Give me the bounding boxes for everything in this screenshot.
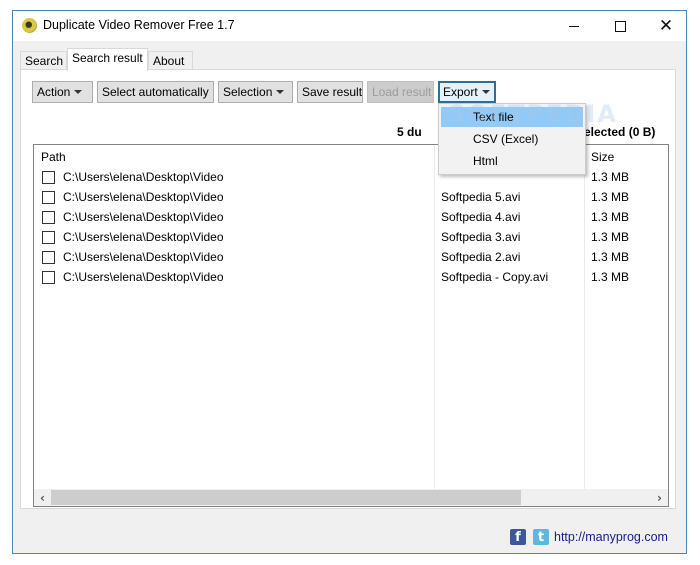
caret-down-icon	[74, 89, 83, 94]
column-header-size[interactable]: Size	[591, 150, 614, 164]
row-checkbox[interactable]	[42, 211, 55, 224]
caret-down-icon	[481, 89, 490, 94]
maximize-button[interactable]	[597, 11, 643, 41]
row-checkbox[interactable]	[42, 171, 55, 184]
row-path: C:\Users\elena\Desktop\Video	[63, 250, 224, 264]
row-size: 1.3 MB	[591, 270, 630, 284]
tab-search-result[interactable]: Search result	[67, 48, 148, 71]
action-button[interactable]: Action	[32, 81, 93, 103]
list-row[interactable]: C:\Users\elena\Desktop\Video Softpedia 5…	[34, 187, 654, 207]
duplicates-count-status: 5 du	[397, 125, 422, 139]
title-bar[interactable]: Duplicate Video Remover Free 1.7 ✕	[13, 11, 686, 41]
close-icon: ✕	[658, 15, 674, 36]
row-size: 1.3 MB	[591, 190, 630, 204]
close-button[interactable]: ✕	[643, 11, 689, 41]
tab-about[interactable]: About	[148, 51, 193, 70]
twitter-icon[interactable]: t	[533, 529, 549, 545]
scrollbar-thumb[interactable]	[51, 490, 521, 505]
menu-item-html[interactable]: Html	[441, 151, 583, 171]
app-disc-icon	[22, 18, 37, 33]
list-row[interactable]: C:\Users\elena\Desktop\Video Softpedia 3…	[34, 227, 654, 247]
minimize-button[interactable]	[551, 11, 597, 41]
export-button[interactable]: Export	[438, 81, 496, 103]
column-header-path[interactable]: Path	[41, 150, 66, 164]
row-filename: Softpedia - Copy.avi	[441, 270, 549, 284]
list-row[interactable]: C:\Users\elena\Desktop\Video Softpedia 4…	[34, 207, 654, 227]
caret-down-icon	[276, 89, 285, 94]
load-result-button[interactable]: Load result	[367, 81, 434, 103]
scroll-left-icon[interactable]: ‹	[34, 489, 51, 506]
website-link[interactable]: http://manyprog.com	[554, 530, 668, 544]
list-row[interactable]: C:\Users\elena\Desktop\Video Softpedia -…	[34, 267, 654, 287]
row-path: C:\Users\elena\Desktop\Video	[63, 190, 224, 204]
maximize-icon	[614, 20, 626, 32]
row-size: 1.3 MB	[591, 250, 630, 264]
row-checkbox[interactable]	[42, 191, 55, 204]
save-result-button[interactable]: Save result	[297, 81, 363, 103]
facebook-icon[interactable]: f	[510, 529, 526, 545]
row-path: C:\Users\elena\Desktop\Video	[63, 230, 224, 244]
list-row[interactable]: C:\Users\elena\Desktop\Video Softpedia 2…	[34, 247, 654, 267]
row-path: C:\Users\elena\Desktop\Video	[63, 210, 224, 224]
row-size: 1.3 MB	[591, 210, 630, 224]
row-checkbox[interactable]	[42, 231, 55, 244]
scroll-right-icon[interactable]: ›	[651, 489, 668, 506]
app-window: Duplicate Video Remover Free 1.7 ✕ Searc…	[12, 10, 687, 554]
row-size: 1.3 MB	[591, 170, 630, 184]
selection-label: Selection	[223, 85, 273, 99]
row-filename: Softpedia 5.avi	[441, 190, 521, 204]
horizontal-scrollbar[interactable]: ‹ ›	[34, 489, 668, 506]
select-automatically-button[interactable]: Select automatically	[97, 81, 214, 103]
export-dropdown-menu: Text file CSV (Excel) Html	[438, 103, 586, 175]
row-path: C:\Users\elena\Desktop\Video	[63, 170, 224, 184]
row-checkbox[interactable]	[42, 251, 55, 264]
row-path: C:\Users\elena\Desktop\Video	[63, 270, 224, 284]
menu-item-csv-excel[interactable]: CSV (Excel)	[441, 129, 583, 149]
row-checkbox[interactable]	[42, 271, 55, 284]
export-label: Export	[443, 85, 478, 99]
row-size: 1.3 MB	[591, 230, 630, 244]
results-list[interactable]: Path Size C:\Users\elena\Desktop\Video 1…	[33, 144, 669, 507]
minimize-icon	[569, 25, 579, 27]
row-filename: Softpedia 2.avi	[441, 250, 521, 264]
row-filename: Softpedia 3.avi	[441, 230, 521, 244]
tab-search[interactable]: Search	[20, 51, 67, 70]
footer: f t http://manyprog.com	[13, 516, 686, 554]
row-filename: Softpedia 4.avi	[441, 210, 521, 224]
action-label: Action	[37, 85, 71, 99]
selection-button[interactable]: Selection	[218, 81, 293, 103]
window-title: Duplicate Video Remover Free 1.7	[43, 18, 235, 32]
menu-item-text-file[interactable]: Text file	[441, 107, 583, 127]
